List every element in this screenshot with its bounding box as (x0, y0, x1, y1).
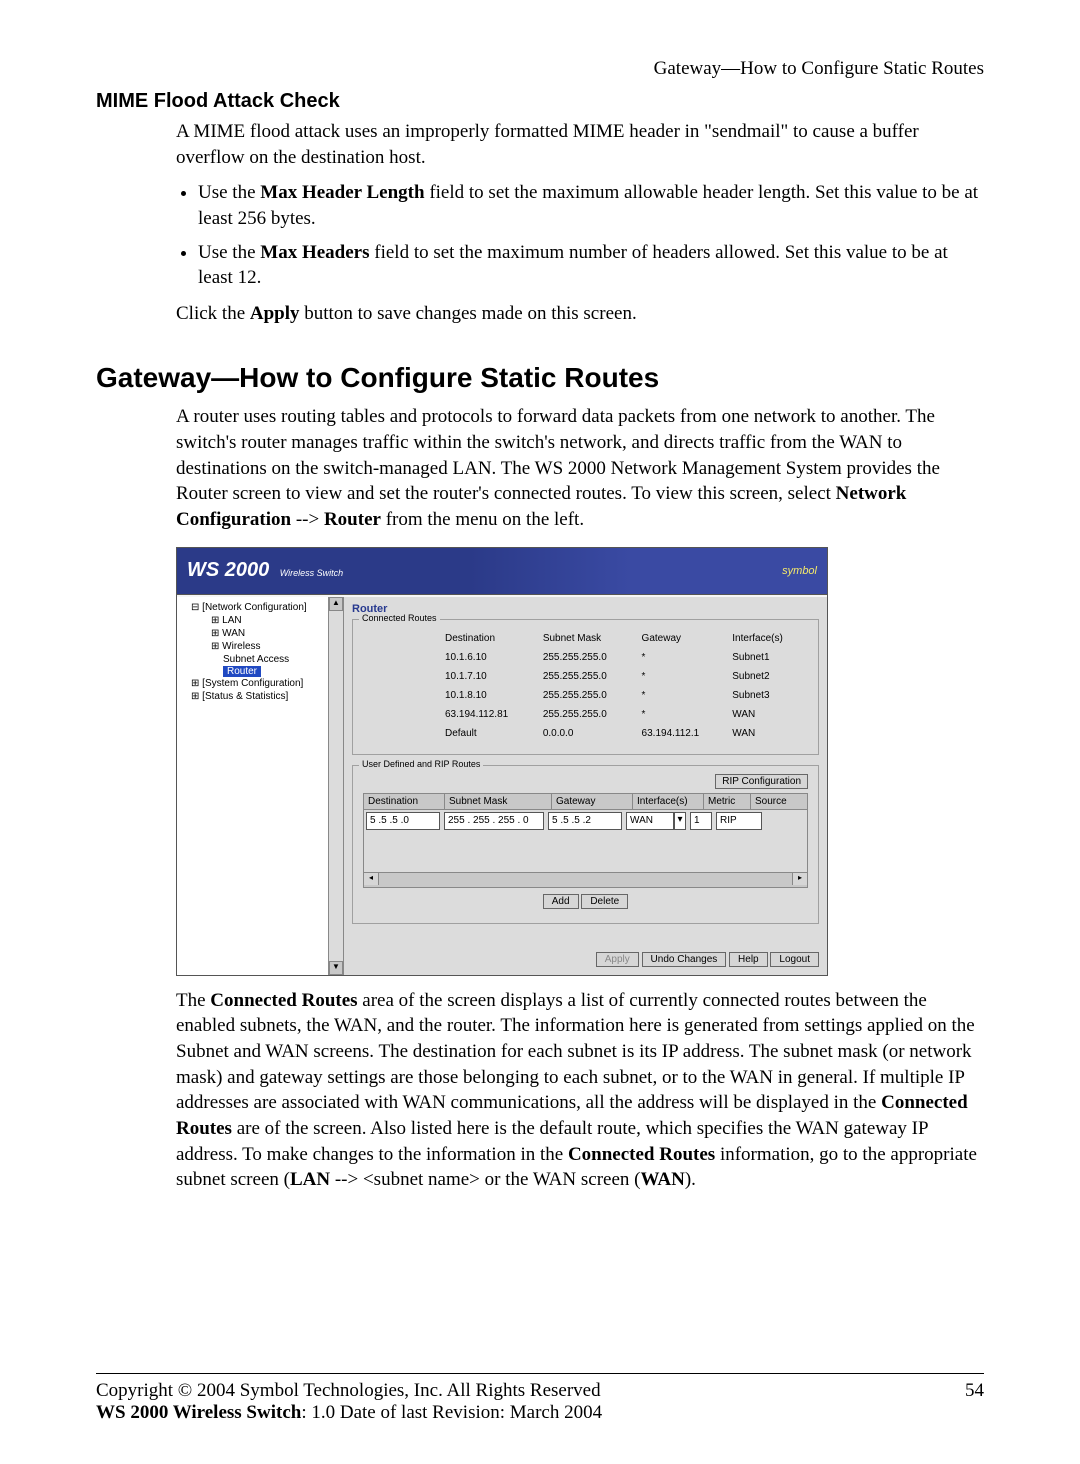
table-row: 63.194.112.81255.255.255.0*WAN (365, 706, 806, 723)
th-gateway: Gateway (636, 630, 725, 647)
horizontal-scrollbar[interactable]: ◂ ▸ (363, 873, 808, 888)
user-routes-header: Destination Subnet Mask Gateway Interfac… (363, 793, 808, 810)
gateway-intro: A router uses routing tables and protoco… (176, 404, 984, 532)
footer-revision: WS 2000 Wireless Switch: 1.0 Date of las… (96, 1402, 984, 1424)
nav-wireless[interactable]: ⊞ Wireless (177, 640, 343, 653)
connected-routes-legend: Connected Routes (359, 613, 440, 623)
nav-tree[interactable]: ⊟ [Network Configuration] ⊞ LAN ⊞ WAN ⊞ … (177, 597, 344, 975)
table-row: 10.1.6.10255.255.255.0*Subnet1 (365, 649, 806, 666)
table-row: 10.1.7.10255.255.255.0*Subnet2 (365, 668, 806, 685)
source-input[interactable] (716, 812, 762, 830)
mime-section-title: MIME Flood Attack Check (96, 90, 984, 113)
gateway-heading: Gateway—How to Configure Static Routes (96, 362, 984, 394)
banner-brand: symbol (782, 565, 817, 577)
connected-routes-table: Destination Subnet Mask Gateway Interfac… (363, 628, 808, 744)
table-row: 10.1.8.10255.255.255.0*Subnet3 (365, 687, 806, 704)
user-routes-legend: User Defined and RIP Routes (359, 759, 483, 769)
destination-input[interactable] (366, 812, 440, 830)
undo-changes-button[interactable]: Undo Changes (642, 952, 727, 967)
nav-wan[interactable]: ⊞ WAN (177, 627, 343, 640)
rip-configuration-button[interactable]: RIP Configuration (715, 774, 808, 789)
user-routes-fieldset: User Defined and RIP Routes RIP Configur… (352, 765, 819, 924)
th-destination: Destination (439, 630, 535, 647)
delete-button[interactable]: Delete (581, 894, 628, 909)
banner-subtitle: Wireless Switch (280, 568, 343, 578)
subnet-mask-input[interactable] (444, 812, 544, 830)
scroll-right-icon[interactable]: ▸ (792, 873, 807, 885)
connected-routes-fieldset: Connected Routes Destination Subnet Mask… (352, 619, 819, 755)
metric-input[interactable] (690, 812, 712, 830)
gateway-input[interactable] (548, 812, 622, 830)
footer-copyright: Copyright © 2004 Symbol Technologies, In… (96, 1380, 601, 1402)
user-routes-row: ▾ (363, 810, 808, 873)
banner-title: WS 2000 (187, 559, 269, 581)
scroll-left-icon[interactable]: ◂ (364, 873, 379, 885)
interface-select[interactable] (626, 812, 674, 830)
logout-button[interactable]: Logout (770, 952, 819, 967)
nav-network-configuration[interactable]: ⊟ [Network Configuration] (177, 601, 343, 614)
nav-lan[interactable]: ⊞ LAN (177, 614, 343, 627)
main-panel: Router Connected Routes Destination Subn… (344, 597, 827, 975)
nav-subnet-access[interactable]: Subnet Access (177, 653, 343, 666)
nav-router-selected[interactable]: Router (223, 666, 261, 677)
nav-system-configuration[interactable]: ⊞ [System Configuration] (177, 677, 343, 690)
table-row: Default0.0.0.063.194.112.1WAN (365, 725, 806, 742)
nav-scrollbar[interactable]: ▲ ▼ (328, 597, 343, 975)
chevron-down-icon[interactable]: ▾ (674, 812, 686, 830)
nav-status-statistics[interactable]: ⊞ [Status & Statistics] (177, 690, 343, 703)
scroll-up-icon[interactable]: ▲ (329, 597, 343, 611)
mime-intro: A MIME flood attack uses an improperly f… (176, 119, 984, 170)
apply-button[interactable]: Apply (596, 952, 639, 967)
help-button[interactable]: Help (729, 952, 768, 967)
connected-routes-paragraph: The Connected Routes area of the screen … (176, 988, 984, 1193)
scroll-down-icon[interactable]: ▼ (329, 961, 343, 975)
footer-rule (96, 1373, 984, 1374)
router-screenshot: WS 2000 Wireless Switch symbol ⊟ [Networ… (176, 547, 828, 976)
header-breadcrumb: Gateway—How to Configure Static Routes (96, 58, 984, 80)
add-button[interactable]: Add (543, 894, 579, 909)
footer-page-number: 54 (965, 1380, 984, 1402)
th-interfaces: Interface(s) (726, 630, 806, 647)
mime-bullet-1: Use the Max Header Length field to set t… (198, 180, 984, 231)
mime-bullet-2: Use the Max Headers field to set the max… (198, 240, 984, 291)
mime-apply-line: Click the Apply button to save changes m… (176, 301, 984, 327)
th-subnet-mask: Subnet Mask (537, 630, 634, 647)
app-banner: WS 2000 Wireless Switch symbol (177, 548, 827, 595)
